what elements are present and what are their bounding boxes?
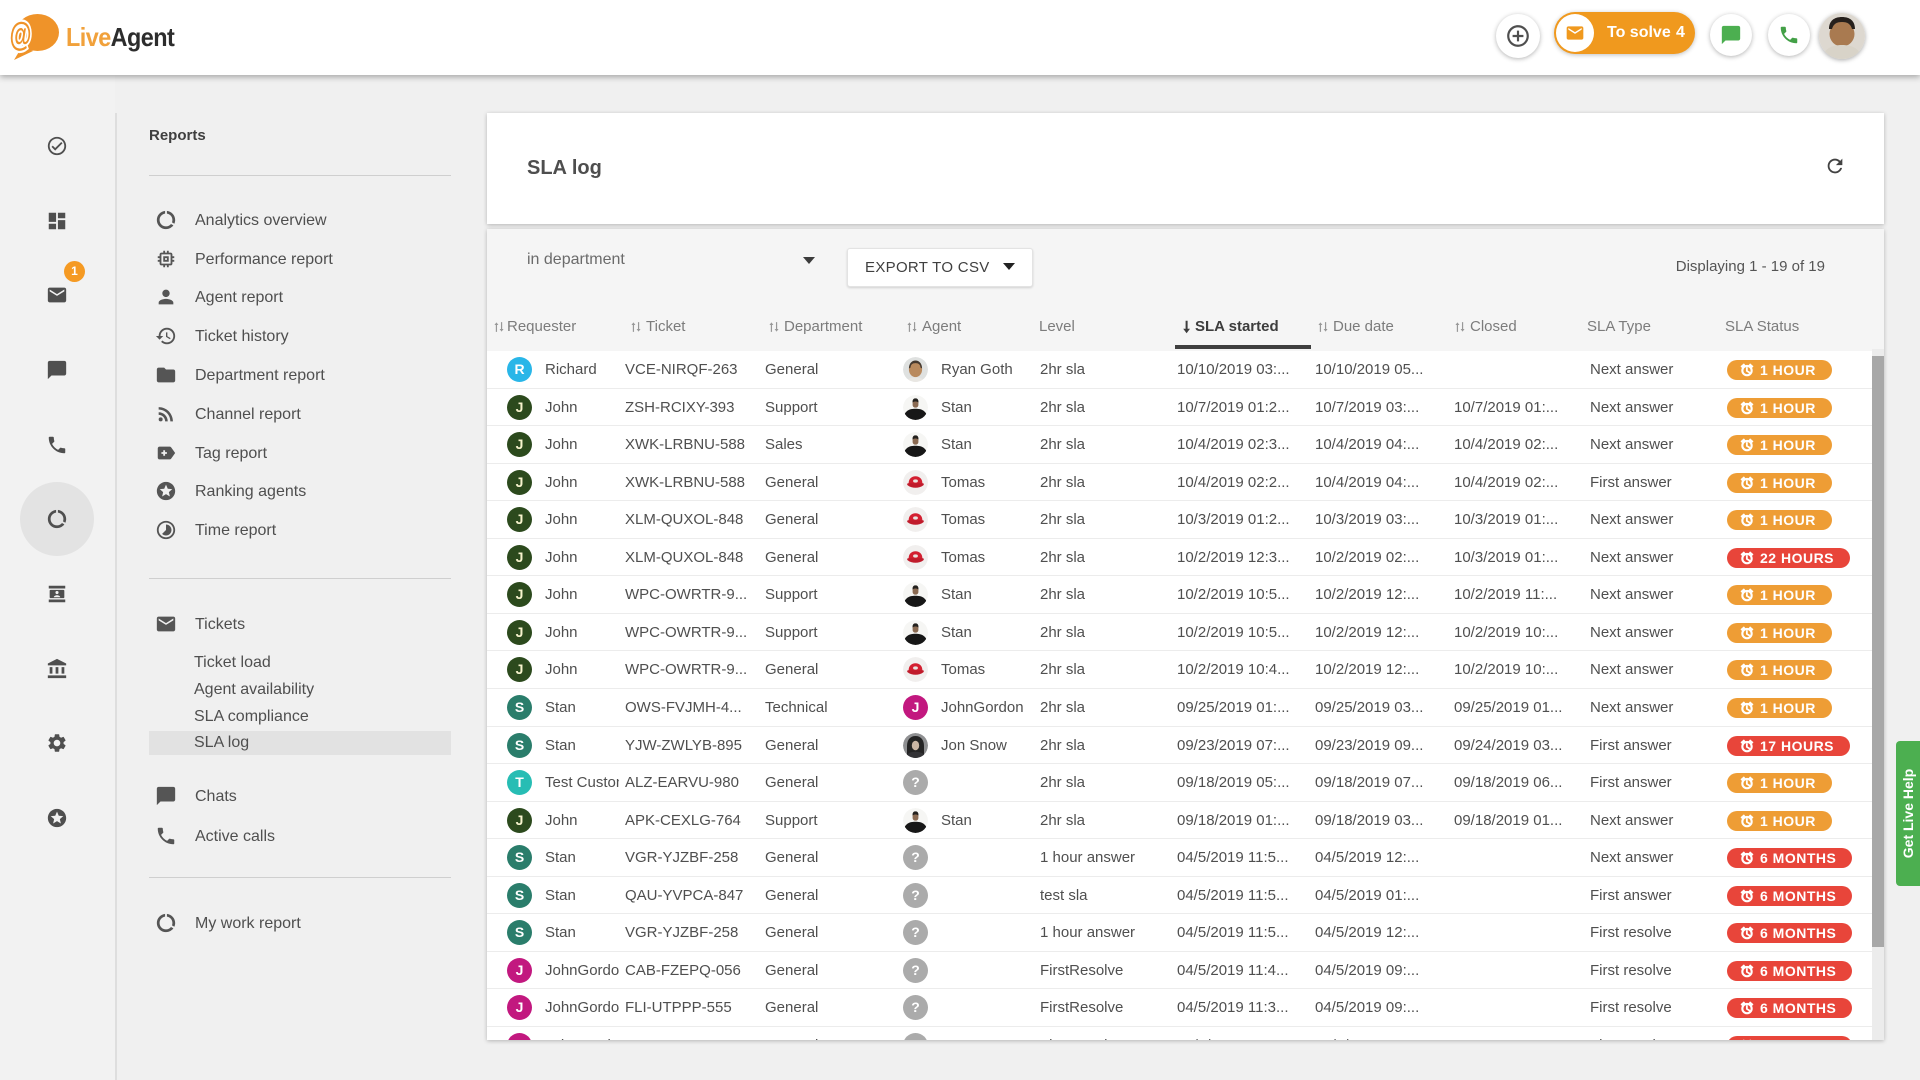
svg-text:@: @: [10, 16, 32, 53]
